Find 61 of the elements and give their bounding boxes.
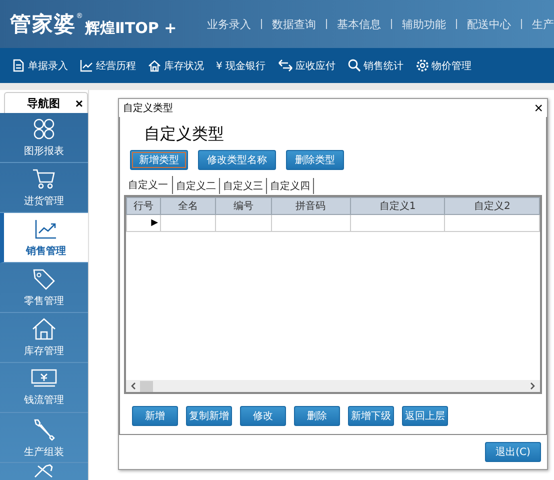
top-menu-item[interactable]: 基本信息 — [337, 16, 381, 32]
action-button[interactable]: 删除 — [294, 406, 340, 426]
navigator-tab-label: 导航图 — [27, 96, 60, 110]
column-header[interactable]: 拼音码 — [271, 198, 350, 214]
exchange-arrows-icon — [278, 59, 293, 72]
column-header[interactable]: 编号 — [216, 198, 271, 214]
line-chart-icon — [80, 59, 93, 72]
toolbar-button[interactable]: 经营历程 — [76, 58, 140, 72]
brand-logo-text: 管家婆 — [10, 11, 76, 38]
column-header[interactable]: 自定义2 — [444, 198, 540, 214]
document-icon — [12, 59, 25, 72]
navigator-tab[interactable]: 导航图 × — [4, 92, 88, 113]
action-button[interactable]: 修改 — [240, 406, 286, 426]
column-header[interactable]: 自定义1 — [350, 198, 445, 214]
close-button[interactable]: × — [75, 96, 83, 110]
type-button[interactable]: 新增类型 — [130, 150, 188, 170]
product-name: 辉煌ⅡTOP + — [85, 19, 177, 38]
scrollbar-thumb[interactable] — [140, 380, 153, 392]
table-cell[interactable] — [350, 214, 445, 232]
cart-icon — [32, 168, 56, 190]
row-indicator: ▶ — [126, 214, 160, 232]
table-cell[interactable] — [160, 214, 216, 232]
top-menu-item[interactable]: 配送中心 — [467, 16, 511, 32]
action-button[interactable]: 新增 — [132, 406, 178, 426]
table-cell[interactable] — [216, 214, 271, 232]
house-icon — [148, 59, 161, 72]
top-menu-item[interactable]: 辅助功能 — [402, 16, 446, 32]
scroll-left-icon[interactable] — [130, 382, 136, 390]
wrench-icon — [32, 416, 56, 440]
toolbar-button[interactable]: 单据录入 — [8, 58, 72, 72]
grid-icon — [33, 118, 55, 140]
toolbar-button[interactable]: ¥ 现金银行 — [212, 58, 270, 72]
exit-button[interactable]: 退出(C) — [485, 442, 541, 462]
toolbar-button[interactable]: 物价管理 — [412, 58, 476, 72]
column-header[interactable]: 全名 — [160, 198, 216, 214]
toolbar-button[interactable]: 销售统计 — [344, 58, 408, 72]
table-cell[interactable] — [444, 214, 540, 232]
action-button[interactable]: 返回上层 — [402, 406, 448, 426]
top-menu-item[interactable]: 数据查询 — [272, 16, 316, 32]
search-icon — [348, 59, 361, 72]
house-icon — [32, 318, 56, 340]
type-button[interactable]: 删除类型 — [286, 150, 344, 170]
action-button[interactable]: 新增下级 — [348, 406, 394, 426]
dialog-title: 自定义类型 — [123, 102, 173, 115]
nav-item[interactable]: 销售管理 — [0, 213, 88, 263]
tag-icon — [32, 268, 56, 290]
toolbar-button[interactable]: 应收应付 — [274, 58, 340, 72]
table-cell[interactable] — [271, 214, 350, 232]
dialog-heading: 自定义类型 — [143, 123, 225, 145]
settings-icon — [416, 59, 429, 72]
top-menu-item[interactable]: 业务录入 — [207, 16, 251, 32]
line-chart-icon — [34, 218, 58, 240]
action-button[interactable]: 复制新增 — [186, 406, 232, 426]
scroll-right-icon[interactable] — [530, 382, 536, 390]
type-button[interactable]: 修改类型名称 — [198, 150, 276, 170]
top-menu-item[interactable]: 生产 — [532, 16, 554, 32]
column-header[interactable]: 行号 — [126, 198, 160, 214]
close-button[interactable]: × — [534, 100, 543, 116]
toolbar-button[interactable]: 库存状况 — [144, 58, 208, 72]
banknote-icon — [31, 368, 57, 388]
horizontal-scrollbar[interactable] — [126, 380, 540, 392]
